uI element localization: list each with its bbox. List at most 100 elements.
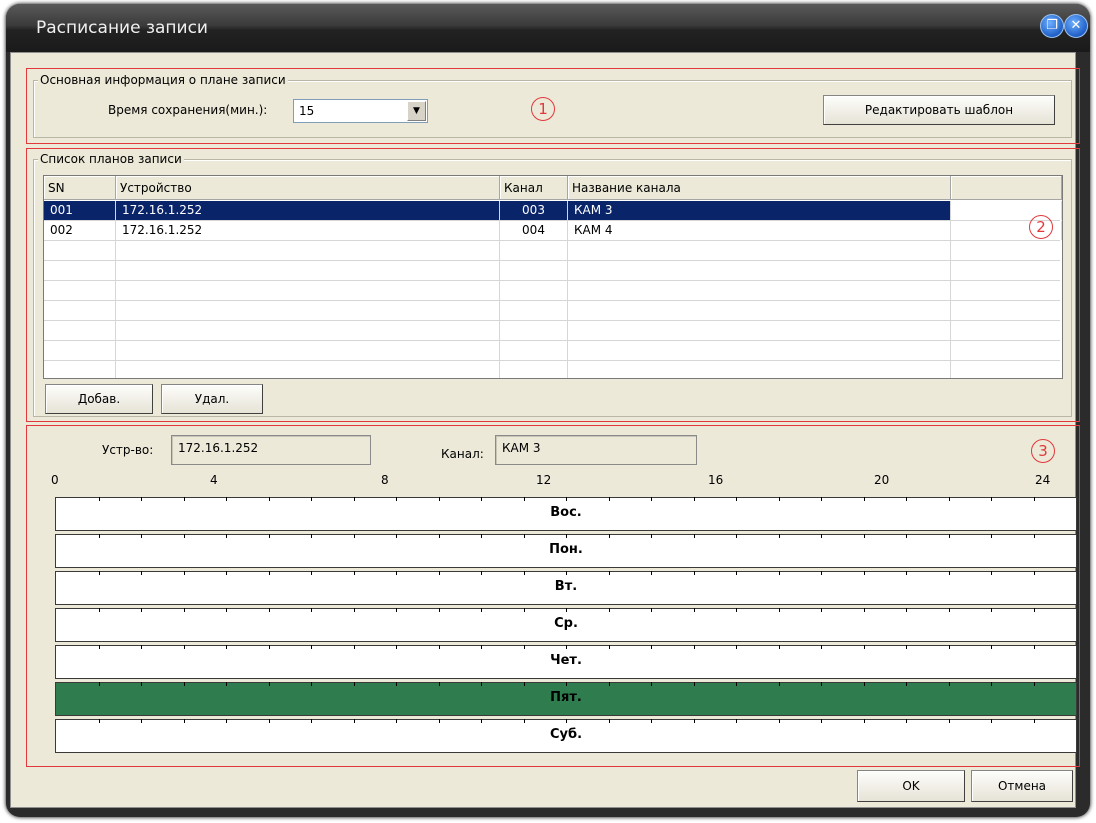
hour-tick (99, 645, 100, 649)
hour-tick (991, 682, 992, 686)
close-icon[interactable]: ✕ (1064, 14, 1088, 38)
hour-tick (481, 534, 482, 538)
hour-tick (949, 497, 950, 501)
hour-tick (269, 682, 270, 686)
hour-tick (566, 645, 567, 649)
hour-tick (439, 645, 440, 649)
table-row (44, 361, 1060, 378)
hour-tick (864, 645, 865, 649)
hour-tick (1034, 682, 1035, 686)
schedule-day-row[interactable]: Чет. (55, 645, 1077, 679)
chevron-down-icon[interactable]: ▼ (407, 101, 426, 121)
basic-info-group-label: Основная информация о плане записи (38, 73, 288, 87)
hour-tick (651, 682, 652, 686)
ruler-label-16: 16 (708, 473, 724, 487)
hour-tick (779, 682, 780, 686)
channel-value: КАМ 3 (502, 441, 541, 455)
dialog-client-area: Основная информация о плане записи Время… (10, 52, 1080, 808)
hour-tick (906, 497, 907, 501)
hour-tick (396, 682, 397, 686)
table-row (44, 261, 1060, 281)
ruler-label-24: 24 (1035, 473, 1051, 487)
hour-tick (609, 534, 610, 538)
hour-tick (736, 608, 737, 612)
edit-template-button[interactable]: Редактировать шаблон (823, 95, 1055, 125)
hour-tick (226, 497, 227, 501)
ok-button[interactable]: OK (857, 770, 965, 802)
schedule-day-row[interactable]: Пят. (55, 682, 1077, 716)
hour-tick (354, 497, 355, 501)
hour-tick (609, 645, 610, 649)
table-row[interactable]: 002 172.16.1.252 004 КАМ 4 (44, 221, 1062, 241)
hour-tick (821, 534, 822, 538)
hour-tick (906, 608, 907, 612)
hour-tick (779, 645, 780, 649)
column-header-channel[interactable]: Канал (500, 176, 568, 200)
hour-tick (821, 682, 822, 686)
table-row[interactable]: 001 172.16.1.252 003 КАМ 3 (44, 201, 1062, 221)
hour-tick (694, 719, 695, 723)
hour-tick (524, 608, 525, 612)
hour-tick (906, 719, 907, 723)
hour-tick (226, 682, 227, 686)
add-button[interactable]: Добав. (45, 384, 153, 414)
column-header-extra[interactable] (951, 176, 1062, 200)
hour-tick (184, 719, 185, 723)
hour-tick (609, 497, 610, 501)
hour-tick (949, 571, 950, 575)
hour-tick (311, 608, 312, 612)
hour-tick (566, 719, 567, 723)
retention-combo[interactable]: 15 ▼ (293, 99, 428, 123)
plans-table: SN Устройство Канал Название канала 001 … (43, 175, 1063, 379)
hour-tick (609, 608, 610, 612)
hour-tick (779, 571, 780, 575)
hour-tick (524, 682, 525, 686)
ruler-label-8: 8 (381, 473, 389, 487)
table-row (44, 241, 1060, 261)
schedule-day-row[interactable]: Вос. (55, 497, 1077, 531)
cell-channel: 004 (500, 221, 568, 240)
hour-tick (226, 534, 227, 538)
hour-tick (524, 571, 525, 575)
restore-icon[interactable]: ❐ (1040, 14, 1064, 38)
hour-tick (949, 719, 950, 723)
hour-tick (439, 497, 440, 501)
cell-device: 172.16.1.252 (116, 221, 500, 240)
hour-tick (439, 571, 440, 575)
schedule-day-row[interactable]: Суб. (55, 719, 1077, 753)
delete-button[interactable]: Удал. (161, 384, 263, 414)
hour-tick (184, 608, 185, 612)
hour-tick (651, 497, 652, 501)
column-header-device[interactable]: Устройство (116, 176, 500, 200)
schedule-day-row[interactable]: Вт. (55, 571, 1077, 605)
hour-tick (864, 608, 865, 612)
schedule-day-row[interactable]: Ср. (55, 608, 1077, 642)
schedule-day-row[interactable]: Пон. (55, 534, 1077, 568)
hour-tick (141, 497, 142, 501)
hour-tick (141, 571, 142, 575)
hour-tick (906, 571, 907, 575)
hour-tick (141, 608, 142, 612)
hour-tick (184, 682, 185, 686)
table-row (44, 321, 1060, 341)
hour-tick (991, 497, 992, 501)
column-header-sn[interactable]: SN (44, 176, 116, 200)
device-label: Устр-во: (102, 443, 154, 457)
hour-tick (949, 608, 950, 612)
hour-tick (269, 497, 270, 501)
hour-tick (396, 497, 397, 501)
hour-tick (651, 534, 652, 538)
hour-tick (694, 534, 695, 538)
cancel-button[interactable]: Отмена (971, 770, 1073, 802)
hour-tick (864, 497, 865, 501)
hour-tick (566, 682, 567, 686)
hour-tick (481, 719, 482, 723)
column-header-channel-name[interactable]: Название канала (568, 176, 951, 200)
hour-tick (99, 682, 100, 686)
hour-tick (609, 719, 610, 723)
schedule-day-label: Пон. (549, 542, 583, 557)
hour-tick (99, 497, 100, 501)
hour-tick (481, 682, 482, 686)
add-button-label: Добав. (77, 392, 121, 406)
hour-tick (779, 534, 780, 538)
